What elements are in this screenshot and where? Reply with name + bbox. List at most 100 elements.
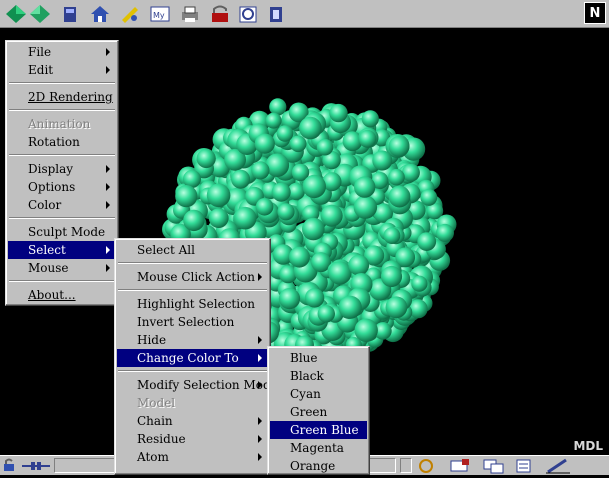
menu-item-highlight-selection[interactable]: Highlight Selection (117, 295, 268, 313)
menu-item-rotation[interactable]: Rotation (8, 133, 116, 151)
atom-sphere (208, 208, 229, 229)
menu-item-blue[interactable]: Blue (270, 349, 367, 367)
submenu-arrow-icon (106, 48, 110, 56)
submenu-arrow-icon (258, 435, 262, 443)
atom-sphere (276, 125, 294, 142)
menu-item-animation: Animation (28, 117, 91, 131)
menu-item-residue[interactable]: Residue (117, 430, 268, 448)
menu-item-select[interactable]: Select (8, 241, 116, 259)
reload-icon[interactable] (58, 3, 82, 25)
menu-item-color[interactable]: Color (8, 196, 116, 214)
menu-separator (118, 370, 267, 372)
atom-sphere (316, 138, 334, 156)
change-color-submenu: Blue Black Cyan Green Green Blue Magenta… (267, 346, 370, 475)
menu-separator (9, 82, 115, 84)
atom-sphere (289, 135, 307, 153)
atom-sphere (251, 161, 270, 180)
atom-sphere (317, 305, 335, 323)
menu-separator (9, 280, 115, 282)
menu-item-2d-rendering[interactable]: 2D Rendering (8, 88, 116, 106)
menu-item-invert-selection[interactable]: Invert Selection (117, 313, 268, 331)
forward-icon[interactable] (28, 3, 52, 25)
composer-icon[interactable] (544, 457, 572, 475)
menu-separator (118, 262, 267, 264)
menu-item-options[interactable]: Options (8, 178, 116, 196)
submenu-arrow-icon (258, 336, 262, 344)
atom-sphere (388, 136, 410, 157)
atom-sphere (265, 112, 282, 129)
atom-sphere (320, 204, 343, 227)
submenu-arrow-icon (258, 354, 262, 362)
menu-item-magenta[interactable]: Magenta (270, 439, 367, 457)
menu-item-label: About... (28, 288, 76, 302)
menu-item-chain[interactable]: Chain (117, 412, 268, 430)
atom-sphere (436, 223, 454, 242)
back-icon[interactable] (4, 3, 28, 25)
connection-icon (22, 459, 50, 473)
menu-item-modify-selection-mode[interactable]: Modify Selection Mode (117, 376, 278, 394)
atom-sphere (358, 129, 377, 148)
atom-sphere (233, 206, 257, 230)
submenu-arrow-icon (106, 66, 110, 74)
menu-item-file[interactable]: File (8, 43, 116, 61)
atom-sphere (388, 168, 405, 186)
atom-sphere (278, 288, 301, 310)
menu-item-label: 2D Rendering (28, 90, 113, 104)
menu-item-black[interactable]: Black (270, 367, 367, 385)
security-lock-icon[interactable] (2, 458, 16, 472)
atom-sphere (420, 189, 438, 206)
shop-icon[interactable] (236, 3, 260, 25)
menu-item-green[interactable]: Green (270, 403, 367, 421)
atom-sphere (304, 288, 325, 308)
print-icon[interactable] (178, 3, 202, 25)
discussion-icon[interactable] (482, 458, 506, 474)
atom-sphere (328, 261, 352, 285)
menu-item-cyan[interactable]: Cyan (270, 385, 367, 403)
progress-field (400, 458, 412, 473)
atom-sphere (361, 110, 379, 128)
menu-item-green-blue[interactable]: Green Blue (270, 421, 367, 439)
atom-sphere (353, 195, 378, 219)
netscape-logo-icon[interactable]: N (584, 2, 606, 24)
mdl-watermark: MDL (573, 439, 603, 453)
menu-item-change-color-to[interactable]: Change Color To (117, 349, 268, 367)
navigator-icon[interactable] (416, 458, 436, 474)
atom-sphere (372, 150, 393, 171)
address-book-icon[interactable] (514, 458, 534, 474)
search-icon[interactable] (118, 3, 142, 25)
menu-item-model: Model (137, 396, 176, 410)
atom-sphere (196, 148, 216, 169)
submenu-arrow-icon (106, 246, 110, 254)
submenu-arrow-icon (106, 264, 110, 272)
atom-sphere (302, 217, 325, 241)
atom-sphere (175, 185, 198, 208)
menu-item-select-all[interactable]: Select All (117, 241, 268, 259)
atom-sphere (254, 133, 275, 154)
atom-sphere (231, 169, 251, 189)
atom-sphere (380, 265, 403, 288)
atom-sphere (388, 185, 411, 208)
home-icon[interactable] (88, 3, 112, 25)
browser-toolbar: My N (0, 0, 609, 28)
stop-icon[interactable] (264, 3, 288, 25)
submenu-arrow-icon (106, 201, 110, 209)
my-netscape-icon[interactable]: My (148, 3, 172, 25)
submenu-arrow-icon (258, 417, 262, 425)
atom-sphere (288, 246, 310, 268)
menu-item-orange[interactable]: Orange (270, 457, 367, 475)
security-icon[interactable] (208, 3, 232, 25)
menu-separator (9, 217, 115, 219)
menu-item-sculpt-mode[interactable]: Sculpt Mode (8, 223, 116, 241)
menu-item-atom[interactable]: Atom (117, 448, 268, 466)
menu-item-about[interactable]: About... (8, 286, 116, 304)
mail-icon[interactable] (448, 458, 472, 474)
atom-sphere (265, 153, 290, 177)
menu-item-mouse-click-action[interactable]: Mouse Click Action (117, 268, 268, 286)
atom-sphere (329, 103, 348, 123)
menu-item-hide[interactable]: Hide (117, 331, 268, 349)
menu-item-mouse[interactable]: Mouse (8, 259, 116, 277)
menu-separator (118, 289, 267, 291)
menu-item-display[interactable]: Display (8, 160, 116, 178)
menu-item-edit[interactable]: Edit (8, 61, 116, 79)
submenu-arrow-icon (106, 183, 110, 191)
